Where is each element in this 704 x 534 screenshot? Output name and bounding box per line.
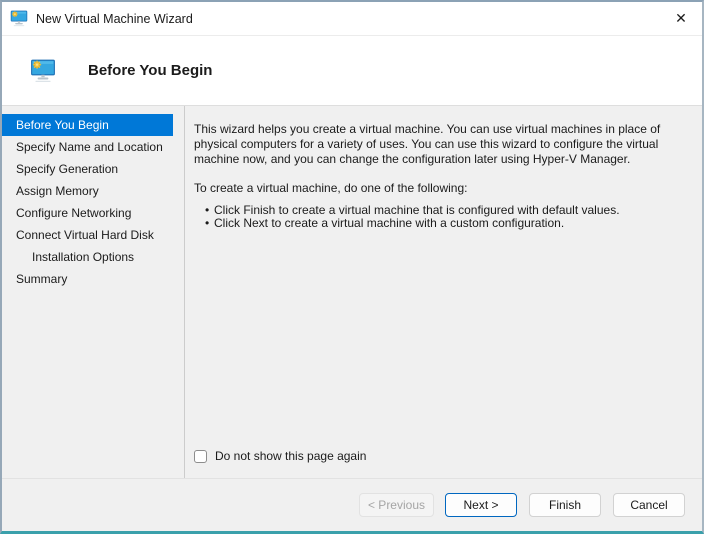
page-title: Before You Begin <box>88 62 212 79</box>
bullet-finish-option: Click Finish to create a virtual machine… <box>205 204 686 217</box>
sidebar-item-assign-memory[interactable]: Assign Memory <box>2 180 173 202</box>
sidebar-item-specify-generation[interactable]: Specify Generation <box>2 158 173 180</box>
sidebar-item-installation-options[interactable]: Installation Options <box>2 246 173 268</box>
wizard-window: New Virtual Machine Wizard ✕ <box>0 0 704 534</box>
vm-wizard-icon <box>10 10 28 27</box>
close-button[interactable]: ✕ <box>660 2 702 35</box>
cancel-button[interactable]: Cancel <box>613 493 685 517</box>
sidebar-item-before-you-begin[interactable]: Before You Begin <box>2 114 173 136</box>
finish-button[interactable]: Finish <box>529 493 601 517</box>
sidebar-item-configure-networking[interactable]: Configure Networking <box>2 202 173 224</box>
sidebar-item-specify-name-and-location[interactable]: Specify Name and Location <box>2 136 173 158</box>
page-content: This wizard helps you create a virtual m… <box>185 106 702 478</box>
do-not-show-checkbox-row[interactable]: Do not show this page again <box>194 449 686 463</box>
sidebar-item-summary[interactable]: Summary <box>2 268 173 290</box>
do-not-show-checkbox[interactable] <box>194 450 207 463</box>
next-button[interactable]: Next > <box>445 493 517 517</box>
bullet-next-option: Click Next to create a virtual machine w… <box>205 217 686 230</box>
window-title: New Virtual Machine Wizard <box>36 12 660 26</box>
vm-header-icon <box>30 59 56 83</box>
option-list: Click Finish to create a virtual machine… <box>194 204 686 229</box>
sidebar-item-connect-virtual-hard-disk[interactable]: Connect Virtual Hard Disk <box>2 224 173 246</box>
wizard-footer: < Previous Next > Finish Cancel <box>2 478 702 531</box>
wizard-step-list: Before You Begin Specify Name and Locati… <box>2 106 185 478</box>
intro-paragraph: This wizard helps you create a virtual m… <box>194 122 686 167</box>
wizard-body: Before You Begin Specify Name and Locati… <box>2 106 702 478</box>
do-not-show-checkbox-label: Do not show this page again <box>215 449 366 463</box>
previous-button[interactable]: < Previous <box>359 493 434 517</box>
instruction-text: To create a virtual machine, do one of t… <box>194 181 686 195</box>
wizard-header: Before You Begin <box>2 36 702 106</box>
title-bar: New Virtual Machine Wizard ✕ <box>2 2 702 36</box>
